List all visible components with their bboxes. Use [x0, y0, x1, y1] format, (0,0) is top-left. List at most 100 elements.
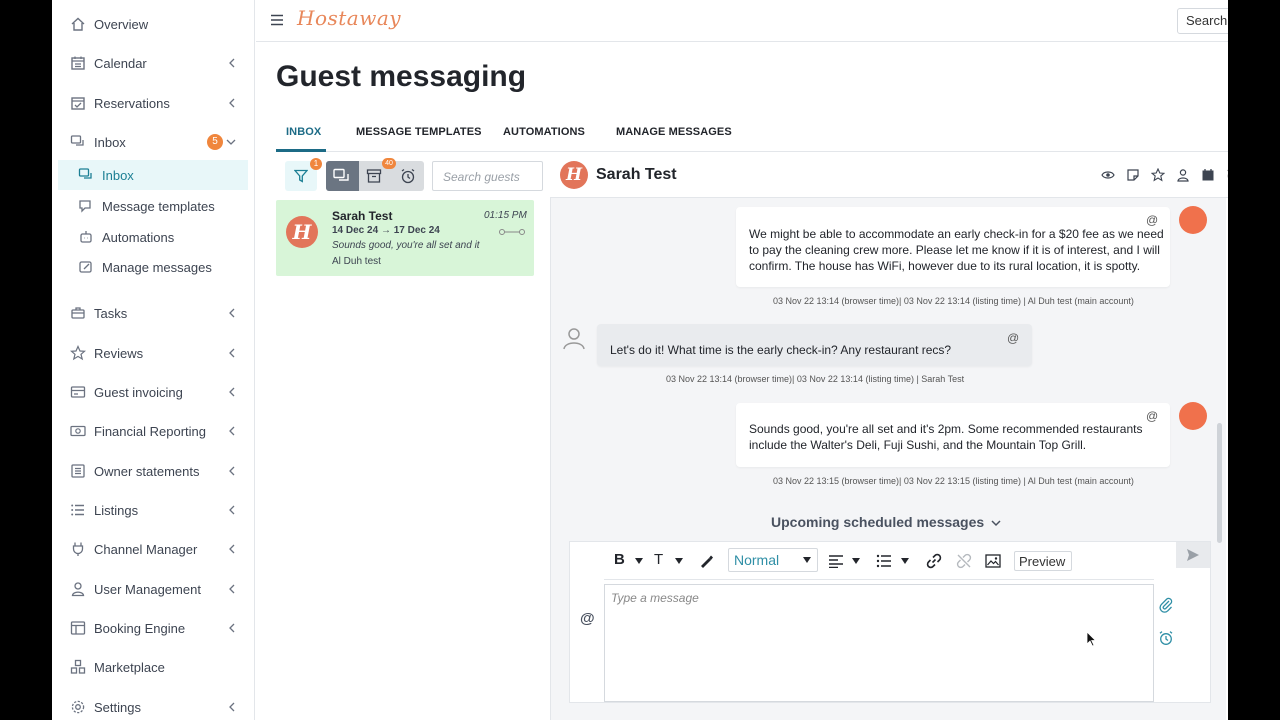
chevron-left-icon — [229, 623, 235, 633]
sidebar-item-booking-engine[interactable]: Booking Engine — [52, 613, 255, 643]
calendar-icon[interactable] — [1201, 168, 1215, 182]
send-button[interactable] — [1176, 542, 1210, 568]
active-tab-indicator — [276, 149, 326, 152]
tab-message-templates[interactable]: MESSAGE TEMPLATES — [356, 126, 482, 138]
mention-icon[interactable]: @ — [1007, 330, 1019, 346]
statement-icon — [71, 464, 85, 478]
sidebar-item-automations[interactable]: Automations — [52, 222, 255, 252]
archive-view-button[interactable] — [366, 168, 382, 184]
conversation-guest-name: Sarah Test — [332, 209, 393, 223]
mention-button[interactable]: @ — [580, 610, 595, 627]
sidebar-item-overview[interactable]: Overview — [52, 9, 255, 39]
highlighter-icon[interactable] — [698, 553, 714, 569]
user-icon[interactable] — [1176, 168, 1190, 182]
topbar: Hostaway Search — [256, 0, 1228, 42]
page-title: Guest messaging — [276, 60, 527, 93]
sidebar-item-label: Inbox — [102, 168, 134, 183]
text-size-button[interactable]: T — [654, 551, 663, 569]
conversation-item[interactable]: H Sarah Test 01:15 PM 14 Dec 24 → 17 Dec… — [276, 200, 534, 276]
sidebar-item-calendar[interactable]: Calendar — [52, 48, 255, 78]
chevron-left-icon — [229, 466, 235, 476]
caret-down-icon[interactable] — [901, 558, 909, 564]
sidebar-item-label: User Management — [94, 582, 201, 597]
sidebar-item-message-templates[interactable]: Message templates — [52, 191, 255, 221]
calendar-icon — [71, 56, 85, 70]
align-icon[interactable] — [828, 554, 844, 568]
conversations-view-button[interactable] — [326, 161, 359, 191]
sidebar-item-manage-messages[interactable]: Manage messages — [52, 252, 255, 282]
bullet-list-icon[interactable] — [876, 554, 892, 568]
sidebar-item-financial-reporting[interactable]: Financial Reporting — [52, 416, 255, 446]
hamburger-menu-icon[interactable] — [270, 14, 284, 26]
sidebar-item-label: Message templates — [102, 199, 215, 214]
upcoming-scheduled-toggle[interactable]: Upcoming scheduled messages — [771, 514, 1001, 530]
alarm-clock-icon[interactable] — [1226, 168, 1228, 182]
caret-down-icon[interactable] — [852, 558, 860, 564]
conversation-time: 01:15 PM — [484, 210, 527, 221]
sidebar-item-reviews[interactable]: Reviews — [52, 338, 255, 368]
sidebar-item-label: Inbox — [94, 135, 126, 150]
caret-down-icon[interactable] — [635, 558, 643, 564]
home-icon — [71, 17, 85, 31]
gear-icon — [71, 700, 85, 714]
chat-thread: We might be able to accommodate an early… — [550, 198, 1226, 720]
mention-icon[interactable]: @ — [1146, 408, 1158, 424]
star-icon[interactable] — [1151, 168, 1165, 182]
bold-button[interactable]: B — [614, 551, 625, 569]
scheduled-view-button[interactable] — [400, 168, 416, 184]
plug-icon — [72, 542, 84, 556]
image-icon[interactable] — [985, 554, 1001, 568]
guest-avatar: H — [560, 161, 588, 189]
sidebar-item-inbox-sub[interactable]: Inbox — [58, 160, 248, 190]
sidebar-item-owner-statements[interactable]: Owner statements — [52, 456, 255, 486]
global-search-button[interactable]: Search — [1177, 8, 1228, 34]
sidebar-item-label: Reviews — [94, 346, 144, 361]
scrollbar[interactable] — [1217, 423, 1222, 543]
caret-down-icon[interactable] — [675, 558, 683, 564]
message-input[interactable]: Type a message — [604, 584, 1154, 702]
eye-icon[interactable] — [1101, 168, 1115, 182]
paragraph-style-select[interactable]: Normal — [728, 548, 818, 572]
sidebar-item-label: Guest invoicing — [94, 385, 183, 400]
sidebar-item-tasks[interactable]: Tasks — [52, 298, 255, 328]
sidebar-item-inbox[interactable]: Inbox 5 — [52, 127, 255, 157]
incoming-message: Let's do it! What time is the early chec… — [597, 324, 1032, 366]
invoice-icon — [70, 386, 86, 398]
sidebar-item-label: Booking Engine — [94, 621, 186, 636]
chevron-down-icon — [991, 520, 1001, 527]
sidebar-item-user-management[interactable]: User Management — [52, 574, 255, 604]
sidebar-item-channel-manager[interactable]: Channel Manager — [52, 534, 255, 564]
link-icon[interactable] — [926, 553, 942, 569]
note-icon[interactable] — [1126, 168, 1140, 182]
chevron-left-icon — [229, 584, 235, 594]
unlink-icon[interactable] — [956, 553, 972, 569]
guest-avatar: H — [286, 216, 318, 248]
mention-icon[interactable]: @ — [1146, 212, 1158, 228]
sidebar-item-listings[interactable]: Listings — [52, 495, 255, 525]
mouse-cursor-icon — [1086, 631, 1096, 647]
sidebar-item-label: Channel Manager — [94, 542, 198, 557]
schedule-alarm-icon[interactable] — [1158, 630, 1174, 646]
paperclip-icon[interactable] — [1158, 597, 1174, 613]
chat-icon — [333, 168, 349, 181]
sidebar-item-settings[interactable]: Settings — [52, 692, 255, 720]
sidebar-item-label: Reservations — [94, 96, 170, 111]
paragraph-style-value: Normal — [734, 552, 780, 568]
sidebar-item-marketplace[interactable]: Marketplace — [52, 652, 255, 682]
sidebar-item-guest-invoicing[interactable]: Guest invoicing — [52, 377, 255, 407]
unread-badge: 5 — [207, 134, 223, 150]
chat-header: H Sarah Test — [550, 152, 1228, 198]
alarm-clock-icon — [401, 168, 415, 184]
sidebar-item-label: Calendar — [94, 56, 147, 71]
tab-automations[interactable]: AUTOMATIONS — [503, 126, 585, 138]
outgoing-message: We might be able to accommodate an early… — [736, 207, 1170, 287]
chevron-left-icon — [229, 702, 235, 712]
chevron-left-icon — [229, 308, 235, 318]
preview-button[interactable]: Preview — [1014, 551, 1072, 571]
chat-icon — [78, 168, 92, 179]
sidebar-item-label: Overview — [94, 17, 149, 32]
sidebar-item-reservations[interactable]: Reservations — [52, 88, 255, 118]
search-guests-input[interactable]: Search guests — [432, 161, 543, 191]
tab-manage-messages[interactable]: MANAGE MESSAGES — [616, 126, 732, 138]
tab-inbox[interactable]: INBOX — [286, 126, 321, 138]
